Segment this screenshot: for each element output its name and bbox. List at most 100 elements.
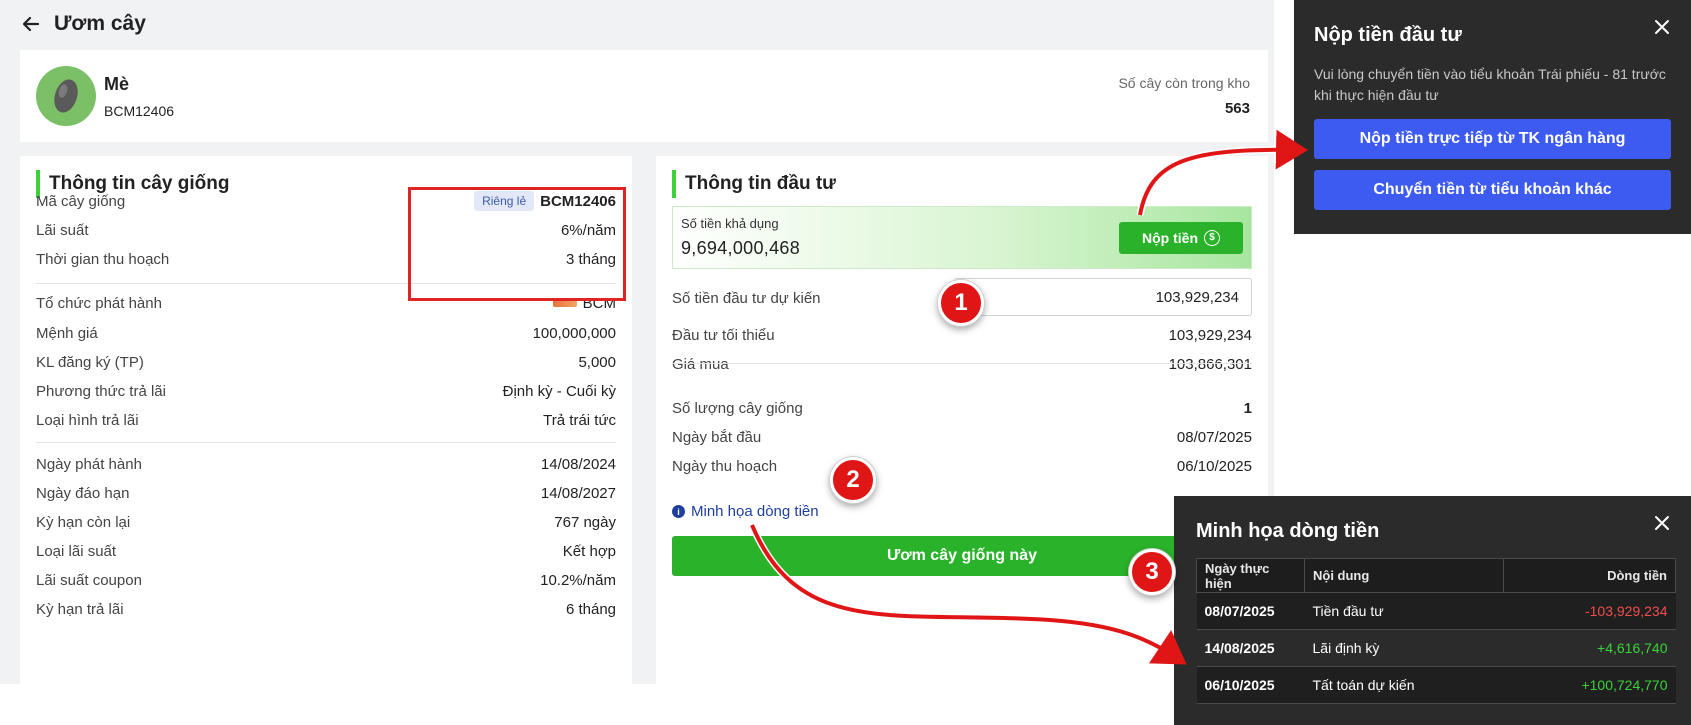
close-icon[interactable] xyxy=(1651,512,1673,534)
cashflow-illustration-link[interactable]: i Minh họa dòng tiền xyxy=(672,503,819,520)
investment-amount-input[interactable] xyxy=(954,278,1252,316)
row-label: Ngày đáo hạn xyxy=(36,484,130,502)
coin-icon: $ xyxy=(1204,230,1220,246)
row-rate-type: Loại lãi suất Kết hợp xyxy=(36,540,616,562)
top-bar: Ươm cây xyxy=(20,8,146,40)
row-label: Mã cây giống xyxy=(36,192,126,210)
step-marker: 1 xyxy=(938,280,984,326)
row-issue-date: Ngày phát hành 14/08/2024 xyxy=(36,453,616,475)
row-value: 767 ngày xyxy=(554,513,616,531)
cashflow-modal: Minh họa dòng tiền Ngày thực hiện Nội du… xyxy=(1174,496,1691,725)
close-icon[interactable] xyxy=(1651,16,1673,38)
row-par-value: Mệnh giá 100,000,000 xyxy=(36,322,616,344)
product-card: Mè BCM12406 Số cây còn trong kho 563 xyxy=(20,50,1268,142)
row-remaining-term: Kỳ hạn còn lại 767 ngày xyxy=(36,511,616,533)
row-content: Tất toán dự kiến xyxy=(1304,666,1504,704)
available-balance-label: Số tiền khả dụng xyxy=(681,216,779,231)
row-quantity: Số lượng cây giống 1 xyxy=(672,397,1252,419)
row-date: 06/10/2025 xyxy=(1196,666,1305,704)
row-label: Giá mua xyxy=(672,355,729,373)
cashflow-table: Ngày thực hiện Nội dung Dòng tiền 08/07/… xyxy=(1196,558,1677,704)
info-icon: i xyxy=(672,505,685,518)
row-coupon-rate: Lãi suất coupon 10.2%/năm xyxy=(36,569,616,591)
row-label: Kỳ hạn còn lại xyxy=(36,513,131,531)
row-label: Số tiền đầu tư dự kiến xyxy=(672,289,821,307)
row-value: 08/07/2025 xyxy=(1176,428,1252,446)
table-header-row: Ngày thực hiện Nội dung Dòng tiền xyxy=(1196,558,1677,593)
row-min-investment: Đầu tư tối thiểu 103,929,234 xyxy=(672,324,1252,346)
row-value: Định kỳ - Cuối kỳ xyxy=(502,382,616,400)
row-value: 5,000 xyxy=(578,353,616,371)
bank-deposit-button[interactable]: Nộp tiền trực tiếp từ TK ngân hàng xyxy=(1314,119,1671,159)
header-date: Ngày thực hiện xyxy=(1196,558,1305,593)
deposit-modal-description: Vui lòng chuyển tiền vào tiểu khoản Trái… xyxy=(1314,66,1666,103)
row-label: Ngày thu hoạch xyxy=(672,457,778,475)
available-balance-box: Số tiền khả dụng 9,694,000,468 Nộp tiền … xyxy=(672,206,1252,269)
deposit-button[interactable]: Nộp tiền $ xyxy=(1119,222,1243,254)
stock-label: Số cây còn trong kho xyxy=(1118,75,1250,91)
row-amount: +100,724,770 xyxy=(1503,666,1676,704)
sesame-seed-icon xyxy=(54,79,78,113)
row-purchase-price: Giá mua 103,866,301 xyxy=(672,353,1252,375)
row-value: 14/08/2024 xyxy=(540,455,616,473)
divider xyxy=(672,363,1252,364)
step-marker: 2 xyxy=(830,457,876,503)
subaccount-transfer-button[interactable]: Chuyển tiền từ tiểu khoản khác xyxy=(1314,170,1671,210)
row-label: Mệnh giá xyxy=(36,324,98,342)
row-label: Loại hình trả lãi xyxy=(36,411,139,429)
row-label: Lãi suất xyxy=(36,221,89,239)
row-value: Kết hợp xyxy=(562,542,616,560)
row-interest-period: Kỳ hạn trả lãi 6 tháng xyxy=(36,598,616,620)
header-amount: Dòng tiền xyxy=(1502,558,1677,593)
row-label: Tổ chức phát hành xyxy=(36,294,162,312)
row-label: Thời gian thu hoạch xyxy=(36,250,170,268)
product-code: BCM12406 xyxy=(104,103,175,119)
row-amount: +4,616,740 xyxy=(1503,629,1676,667)
row-value: Trả trái tức xyxy=(543,411,616,429)
row-value: 103,866,301 xyxy=(1168,355,1252,373)
product-avatar xyxy=(36,66,96,126)
table-row: 08/07/2025 Tiền đầu tư -103,929,234 xyxy=(1196,592,1676,630)
row-content: Tiền đầu tư xyxy=(1304,592,1504,630)
row-label: Đầu tư tối thiểu xyxy=(672,326,775,344)
row-value: 100,000,000 xyxy=(532,324,616,342)
row-payment-type: Loại hình trả lãi Trả trái tức xyxy=(36,409,616,431)
row-content: Lãi định kỳ xyxy=(1304,629,1504,667)
deposit-button-label: Nộp tiền xyxy=(1142,230,1198,246)
row-start-date: Ngày bắt đầu 08/07/2025 xyxy=(672,426,1252,448)
product-name: Mè xyxy=(104,74,130,94)
table-row: 14/08/2025 Lãi định kỳ +4,616,740 xyxy=(1196,629,1676,667)
row-label: Lãi suất coupon xyxy=(36,571,142,589)
cashflow-modal-title: Minh họa dòng tiền xyxy=(1196,520,1380,542)
row-value: 10.2%/năm xyxy=(540,571,616,589)
row-label: Số lượng cây giống xyxy=(672,399,803,417)
row-label: Kỳ hạn trả lãi xyxy=(36,600,124,618)
row-label: Ngày phát hành xyxy=(36,455,142,473)
row-label: Phương thức trả lãi xyxy=(36,382,166,400)
header-content: Nội dung xyxy=(1304,558,1504,593)
step-marker: 3 xyxy=(1129,549,1175,595)
row-label: Ngày bắt đầu xyxy=(672,428,762,446)
divider xyxy=(36,442,616,443)
row-payment-method: Phương thức trả lãi Định kỳ - Cuối kỳ xyxy=(36,380,616,402)
investment-info-title: Thông tin đầu tư xyxy=(672,170,836,198)
row-label: Loại lãi suất xyxy=(36,542,117,560)
highlight-box xyxy=(408,187,626,301)
row-date: 14/08/2025 xyxy=(1196,629,1305,667)
deposit-modal: Nộp tiền đầu tư Vui lòng chuyển tiền vào… xyxy=(1294,0,1691,234)
table-row: 06/10/2025 Tất toán dự kiến +100,724,770 xyxy=(1196,666,1676,704)
back-arrow-icon[interactable] xyxy=(20,13,42,35)
row-maturity-date: Ngày đáo hạn 14/08/2027 xyxy=(36,482,616,504)
row-value: 14/08/2027 xyxy=(540,484,616,502)
deposit-modal-title: Nộp tiền đầu tư xyxy=(1314,24,1462,46)
row-label: KL đăng ký (TP) xyxy=(36,353,144,371)
row-amount: -103,929,234 xyxy=(1503,592,1676,630)
row-registered-volume: KL đăng ký (TP) 5,000 xyxy=(36,351,616,373)
stock-value: 563 xyxy=(1224,100,1250,117)
row-value: 06/10/2025 xyxy=(1176,457,1252,475)
row-date: 08/07/2025 xyxy=(1196,592,1305,630)
row-value: 103,929,234 xyxy=(1168,326,1252,344)
row-value: 6 tháng xyxy=(565,600,616,618)
row-value: 1 xyxy=(1243,399,1252,417)
cashflow-link-label: Minh họa dòng tiền xyxy=(691,503,819,520)
